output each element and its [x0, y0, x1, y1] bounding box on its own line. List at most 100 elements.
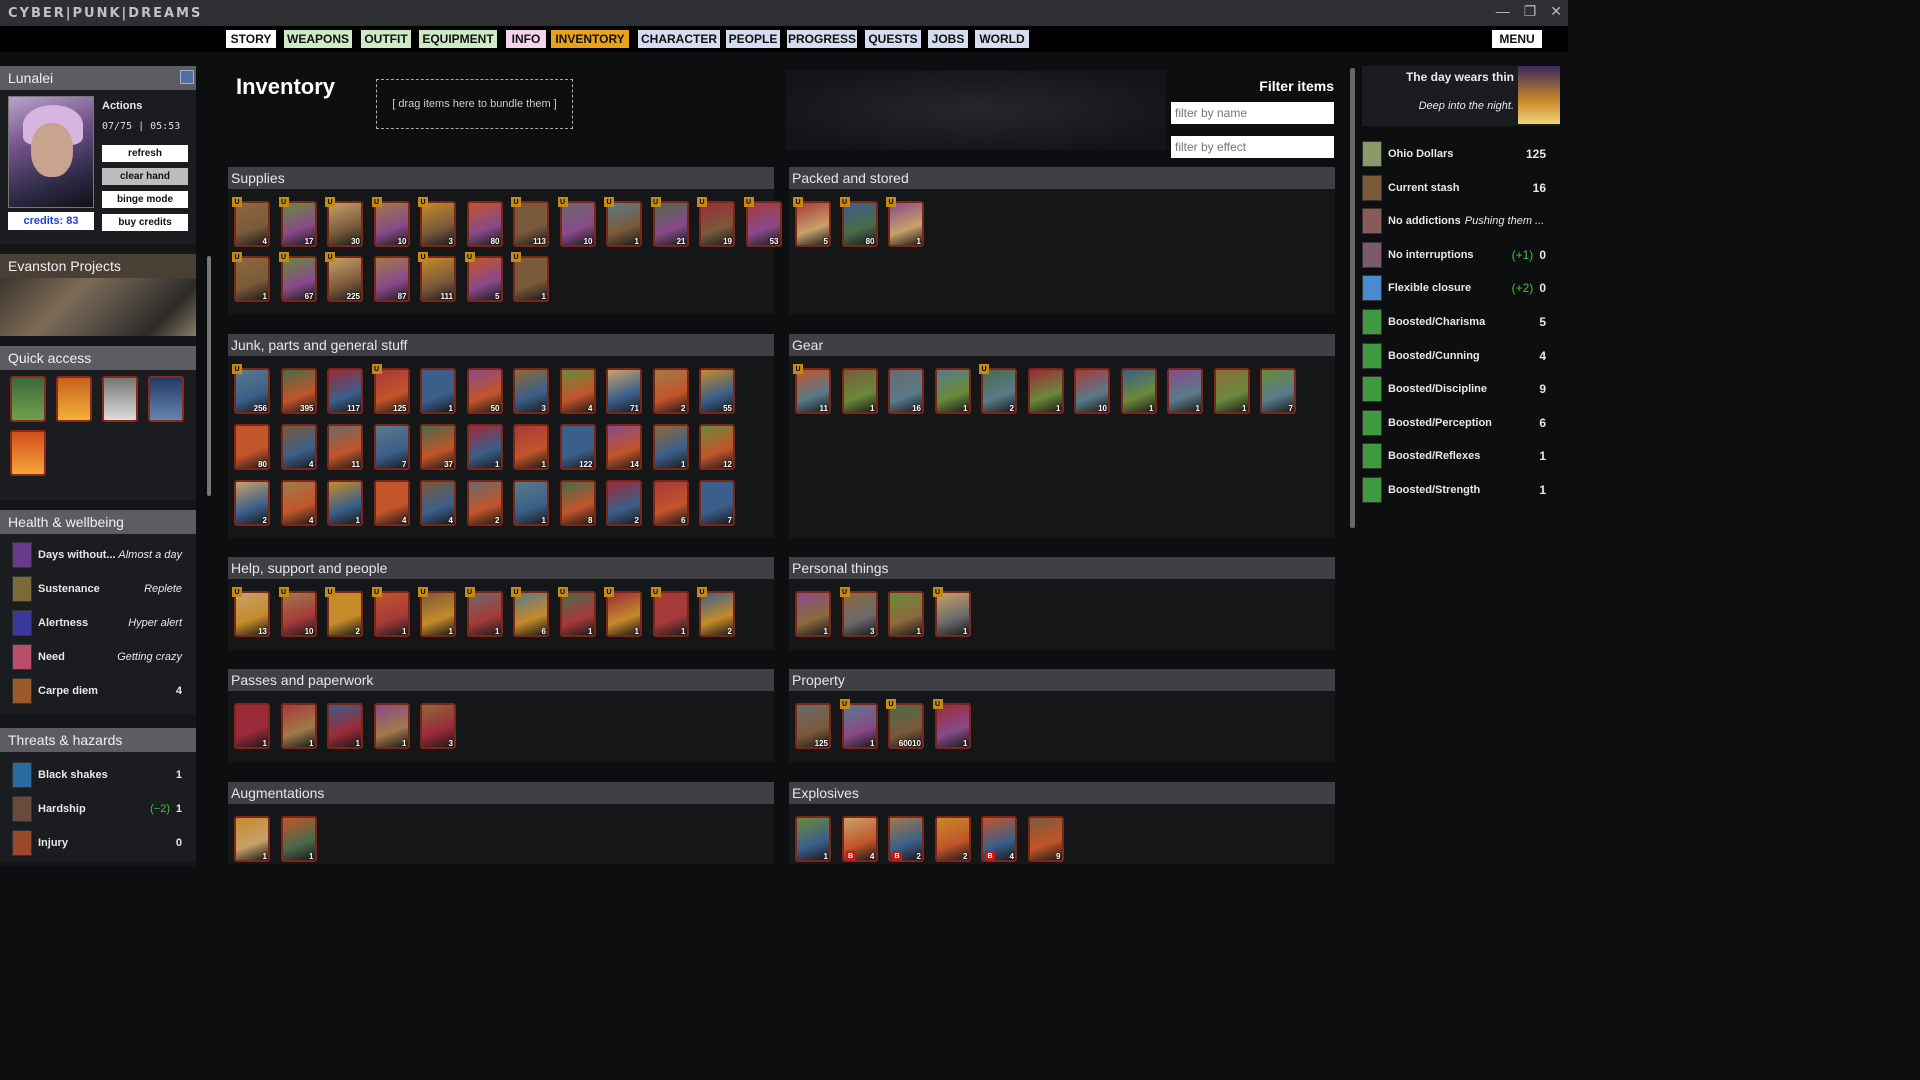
inventory-panel-title[interactable]: Help, support and people [228, 557, 774, 579]
inventory-item[interactable]: 122 [559, 424, 596, 470]
inventory-item[interactable]: 1 [934, 368, 971, 414]
inventory-item[interactable]: 3 [420, 703, 456, 749]
right-scrollbar[interactable] [1350, 68, 1355, 528]
inventory-item[interactable]: 60010 U [886, 699, 924, 749]
health-row[interactable]: Days without... Almost a day [0, 538, 196, 572]
inventory-item[interactable]: 4 [280, 480, 317, 526]
inventory-item[interactable]: 2 [466, 480, 503, 526]
inventory-item[interactable]: 6 [652, 480, 689, 526]
inventory-item[interactable]: 1 [795, 816, 831, 862]
threat-row[interactable]: Hardship (−2) 1 [0, 792, 196, 826]
inventory-item[interactable]: 2U [979, 364, 1017, 414]
inventory-item[interactable]: 4B [981, 816, 1017, 862]
inventory-item[interactable]: 19 U [697, 197, 735, 247]
inventory-item[interactable]: 2U [325, 587, 363, 637]
inventory-item[interactable]: 1 [841, 368, 878, 414]
tab-equipment[interactable]: EQUIPMENT [419, 30, 497, 48]
tab-character[interactable]: CHARACTER [638, 30, 720, 48]
close-icon[interactable]: ✕ [1550, 3, 1562, 20]
quick-item[interactable] [56, 376, 92, 422]
inventory-item[interactable]: 1U [839, 699, 878, 749]
filter-effect-input[interactable] [1171, 136, 1334, 158]
inventory-item[interactable]: 67 U [278, 252, 317, 302]
quick-item[interactable] [148, 376, 184, 422]
inventory-item[interactable]: 1 [466, 424, 503, 470]
inventory-item[interactable]: 10 U [371, 197, 410, 247]
inventory-item[interactable]: 1U [511, 252, 549, 302]
inventory-item[interactable]: 3U [839, 587, 878, 637]
tab-story[interactable]: STORY [226, 30, 276, 48]
status-row[interactable]: Boosted/Cunning 4 [1362, 342, 1552, 370]
inventory-panel-title[interactable]: Gear [789, 334, 1335, 356]
health-row[interactable]: Sustenance Replete [0, 572, 196, 606]
inventory-item[interactable]: 3U [418, 197, 456, 247]
inventory-item[interactable]: 11 [327, 424, 363, 470]
inventory-panel-title[interactable]: Passes and paperwork [228, 669, 774, 691]
inventory-item[interactable]: 111 U [418, 252, 456, 302]
inventory-item[interactable]: 1 [1213, 368, 1250, 414]
inventory-item[interactable]: 30 U [325, 197, 363, 247]
menu-button[interactable]: MENU [1492, 30, 1542, 48]
tab-jobs[interactable]: JOBS [928, 30, 968, 48]
health-row[interactable]: Need Getting crazy [0, 640, 196, 674]
filter-name-input[interactable] [1171, 102, 1334, 124]
inventory-item[interactable]: 2 [652, 368, 689, 414]
tab-world[interactable]: WORLD [975, 30, 1029, 48]
inventory-panel-title[interactable]: Supplies [228, 167, 774, 189]
inventory-item[interactable]: 7 [699, 480, 735, 526]
tab-people[interactable]: PEOPLE [726, 30, 780, 48]
inventory-item[interactable]: 4 [373, 480, 410, 526]
inventory-item[interactable]: 10 U [278, 587, 317, 637]
inventory-item[interactable]: 1 [373, 703, 410, 749]
refresh-button[interactable]: refresh [102, 145, 188, 162]
status-row[interactable]: Boosted/Discipline 9 [1362, 375, 1552, 403]
inventory-panel-title[interactable]: Explosives [789, 782, 1335, 804]
inventory-item[interactable]: 4 [420, 480, 456, 526]
character-portrait[interactable] [8, 96, 94, 208]
threat-row[interactable]: Black shakes 1 [0, 758, 196, 792]
inventory-item[interactable]: 14 [606, 424, 642, 470]
inventory-item[interactable]: 2 [606, 480, 642, 526]
inventory-item[interactable]: 1 [888, 591, 924, 637]
quick-item[interactable] [102, 376, 138, 422]
tab-info[interactable]: INFO [506, 30, 546, 48]
quick-item[interactable] [10, 430, 46, 476]
inventory-item[interactable]: 9 [1027, 816, 1064, 862]
inventory-item[interactable]: 4 [280, 424, 317, 470]
left-scrollbar[interactable] [207, 256, 211, 496]
settings-icon[interactable] [180, 70, 194, 84]
status-row[interactable]: Ohio Dollars 125 [1362, 140, 1552, 168]
inventory-item[interactable]: 1U [932, 587, 971, 637]
inventory-item[interactable]: 5U [464, 252, 503, 302]
inventory-item[interactable]: 1 [280, 816, 317, 862]
inventory-item[interactable]: 1 [795, 591, 831, 637]
maximize-icon[interactable]: ❐ [1524, 3, 1537, 20]
inventory-item[interactable]: 1U [557, 587, 596, 637]
inventory-item[interactable]: 1 [280, 703, 317, 749]
binge-mode-button[interactable]: binge mode [102, 191, 188, 208]
inventory-item[interactable]: 16 [888, 368, 924, 414]
inventory-item[interactable]: 1U [232, 252, 270, 302]
inventory-item[interactable]: 1 [234, 816, 270, 862]
inventory-item[interactable]: 2B [888, 816, 924, 862]
inventory-item[interactable]: 1U [464, 587, 503, 637]
inventory-item[interactable]: 7 [373, 424, 410, 470]
inventory-item[interactable]: 3 [513, 368, 549, 414]
credits-display[interactable]: credits: 83 [8, 212, 94, 230]
status-row[interactable]: Flexible closure (+2) 0 [1362, 274, 1552, 302]
inventory-item[interactable]: 4B [841, 816, 878, 862]
inventory-item[interactable]: 37 [420, 424, 456, 470]
inventory-item[interactable]: 225 U [325, 252, 363, 302]
inventory-item[interactable]: 1U [604, 197, 642, 247]
inventory-item[interactable]: 17 U [278, 197, 317, 247]
status-row[interactable]: Boosted/Charisma 5 [1362, 308, 1552, 336]
inventory-item[interactable]: 5U [793, 197, 831, 247]
inventory-item[interactable]: 1 [652, 424, 689, 470]
project-image[interactable] [0, 278, 196, 336]
status-row[interactable]: Current stash 16 [1362, 174, 1552, 202]
inventory-item[interactable]: 1 [513, 480, 549, 526]
tab-weapons[interactable]: WEAPONS [284, 30, 352, 48]
status-row[interactable]: Boosted/Perception 6 [1362, 409, 1552, 437]
inventory-item[interactable]: 1 [327, 480, 363, 526]
status-row[interactable]: No interruptions (+1) 0 [1362, 241, 1552, 269]
